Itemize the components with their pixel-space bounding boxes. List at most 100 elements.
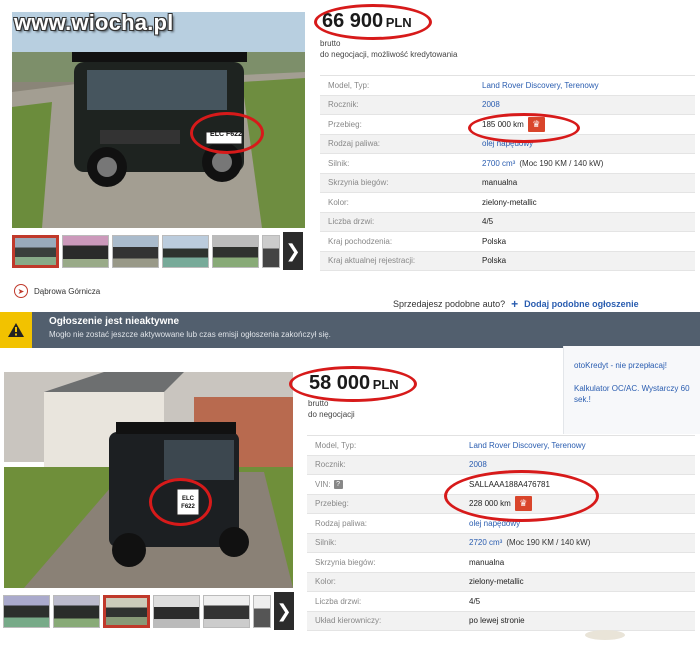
spec-label: Skrzynia biegów:: [328, 178, 389, 188]
spec-label: Rodzaj paliwa:: [328, 139, 381, 149]
next-photo-button[interactable]: ❯: [274, 592, 294, 630]
spec-value-text: manualna: [469, 557, 505, 567]
spec-value: 4/5: [469, 597, 480, 606]
spec-label: Rocznik:: [315, 460, 346, 470]
thumbnail-strip-1: ❯: [12, 232, 303, 270]
main-photo-2[interactable]: [4, 372, 293, 588]
thumbnail[interactable]: [153, 594, 200, 628]
spec-value-text: Polska: [482, 236, 507, 246]
spec-value: Polska: [482, 256, 506, 265]
spec-label: Liczba drzwi:: [328, 217, 375, 227]
spec-row: Układ kierowniczy: po lewej stronie: [307, 611, 695, 631]
thumbnail[interactable]: [53, 594, 100, 628]
spec-label: Model, Typ:: [328, 80, 370, 90]
add-similar-ad-link[interactable]: Dodaj podobne ogłoszenie: [524, 299, 639, 309]
spec-label: Liczba drzwi:: [315, 596, 362, 606]
thumbnail[interactable]: [112, 234, 159, 268]
spec-value-text[interactable]: 2700 cm³: [482, 159, 515, 168]
spec-row: Kraj aktualnej rejestracji: Polska: [320, 251, 695, 271]
spec-value[interactable]: 2008: [469, 460, 487, 469]
spec-value[interactable]: Land Rover Discovery, Terenowy: [482, 81, 599, 90]
spec-value[interactable]: 2008: [482, 100, 500, 109]
spec-label: Układ kierowniczy:: [315, 616, 382, 626]
spec-label: Kolor:: [328, 197, 349, 207]
spec-value-text: zielony-metallic: [482, 197, 537, 207]
thumbnail[interactable]: [253, 594, 271, 628]
thumbnail[interactable]: [212, 234, 259, 268]
thumbnail[interactable]: [12, 234, 59, 268]
insurance-calculator-link[interactable]: Kalkulator OC/AC. Wystarczy 60 sek.!: [574, 383, 700, 405]
thumbnail[interactable]: [262, 234, 280, 268]
spec-value-text: manualna: [482, 178, 518, 188]
spec-value-text: 4/5: [469, 596, 481, 606]
thumbnail[interactable]: [3, 594, 50, 628]
price-annotation-1: [314, 4, 432, 40]
spec-value: zielony-metallic: [482, 198, 537, 207]
spec-value-text[interactable]: Land Rover Discovery, Terenowy: [482, 81, 599, 90]
spec-value-text: zielony-metallic: [469, 577, 524, 587]
thumbnail[interactable]: [62, 234, 109, 268]
spec-row: Silnik: 2700 cm³ (Moc 190 KM / 140 kW): [320, 154, 695, 174]
spec-row: Kolor: zielony-metallic: [320, 193, 695, 213]
banner-title: Ogłoszenie jest nieaktywne: [49, 316, 180, 327]
spec-value-text[interactable]: 2008: [482, 100, 500, 109]
thumbnail[interactable]: [103, 594, 150, 628]
chevron-right-icon: ❯: [276, 600, 292, 621]
spec-row: Liczba drzwi: 4/5: [307, 592, 695, 612]
spec-value: po lewej stronie: [469, 616, 525, 625]
spec-label: Przebieg:: [328, 119, 362, 129]
price-annotation-2: [289, 366, 417, 402]
next-photo-button[interactable]: ❯: [283, 232, 303, 270]
thumbnail[interactable]: [162, 234, 209, 268]
spec-row: Kolor: zielony-metallic: [307, 572, 695, 592]
loan-link[interactable]: otoKredyt - nie przepłacaj!: [574, 360, 700, 371]
spec-value-text: Polska: [482, 256, 507, 266]
spec-row: Skrzynia biegów: manualna: [307, 553, 695, 573]
spec-value[interactable]: 2720 cm³ (Moc 190 KM / 140 kW): [469, 538, 590, 547]
inactive-banner: Ogłoszenie jest nieaktywne Mogło nie zos…: [0, 312, 700, 348]
thumbnail-strip-2: ❯: [3, 592, 294, 630]
spec-label: Silnik:: [328, 158, 350, 168]
spec-value-text[interactable]: 2008: [469, 460, 487, 469]
spec-label: Rodzaj paliwa:: [315, 518, 368, 528]
spec-label: Model, Typ:: [315, 440, 357, 450]
plate-annotation-1: [190, 112, 264, 154]
spec-label: Skrzynia biegów:: [315, 557, 376, 567]
spec-value-text[interactable]: Land Rover Discovery, Terenowy: [469, 441, 586, 450]
spec-row: Kraj pochodzenia: Polska: [320, 232, 695, 252]
spec-label: VIN:?: [307, 479, 469, 489]
spec-table-1: Model, Typ: Land Rover Discovery, Terenow…: [320, 75, 695, 271]
spec-row: Silnik: 2720 cm³ (Moc 190 KM / 140 kW): [307, 533, 695, 553]
thumbnail[interactable]: [203, 594, 250, 628]
decorative-shape: [585, 630, 625, 640]
spec-value[interactable]: Land Rover Discovery, Terenowy: [469, 441, 586, 450]
location: ➤ Dąbrowa Górnicza: [14, 284, 100, 298]
main-photo-1[interactable]: [12, 12, 305, 228]
spec-value: manualna: [469, 558, 504, 567]
spec-value: Polska: [482, 237, 506, 246]
compass-icon: ➤: [14, 284, 28, 298]
warning-icon: [0, 312, 32, 348]
spec-label: Kraj aktualnej rejestracji:: [328, 256, 416, 266]
spec-value: manualna: [482, 178, 517, 187]
info-icon[interactable]: ?: [333, 479, 343, 489]
spec-value-text[interactable]: 2720 cm³: [469, 538, 502, 547]
plate-annotation-2: [149, 478, 212, 526]
spec-value[interactable]: 2700 cm³ (Moc 190 KM / 140 kW): [482, 159, 603, 168]
spec-row: Rocznik: 2008: [320, 95, 695, 115]
sidebar-promo: otoKredyt - nie przepłacaj! Kalkulator O…: [563, 346, 700, 434]
engine-power: (Moc 190 KM / 140 kW): [519, 158, 604, 168]
price-note-2: brutto do negocjacji: [308, 399, 355, 419]
spec-row: Model, Typ: Land Rover Discovery, Terenow…: [320, 76, 695, 96]
spec-row: Liczba drzwi: 4/5: [320, 212, 695, 232]
chevron-right-icon: ❯: [285, 240, 301, 261]
spec-label: Kolor:: [315, 577, 336, 587]
spec-label: Rocznik:: [328, 100, 359, 110]
vin-mileage-annotation: [444, 470, 599, 522]
spec-value: zielony-metallic: [469, 577, 524, 586]
banner-text: Mogło nie zostać jeszcze aktywowane lub …: [49, 330, 331, 339]
plus-icon: +: [511, 297, 519, 311]
engine-power: (Moc 190 KM / 140 kW): [506, 538, 591, 548]
spec-value-text: 4/5: [482, 217, 494, 227]
watermark: www.wiocha.pl: [14, 10, 174, 35]
